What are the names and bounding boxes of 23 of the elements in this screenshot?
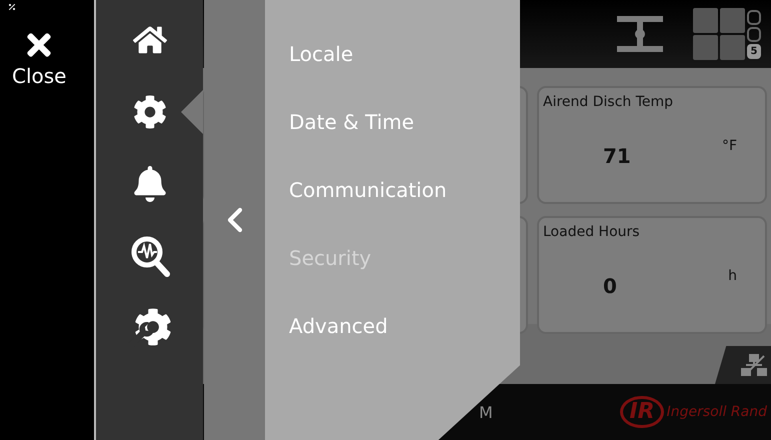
beam-icon: [615, 14, 665, 54]
close-button[interactable]: Close: [12, 28, 66, 88]
network-icon: [741, 354, 767, 376]
grid-icon: [693, 8, 745, 60]
page-badge: 5: [747, 44, 761, 58]
logo-mark: IR: [620, 396, 664, 428]
card-title: Loaded Hours: [543, 224, 641, 240]
menu-item[interactable]: Communication: [289, 176, 447, 204]
card-unit: h: [728, 268, 737, 284]
settings-icon: [132, 95, 166, 129]
card-unit: °F: [722, 138, 737, 154]
network-tab[interactable]: [715, 346, 771, 384]
footer-text: M: [479, 402, 493, 422]
status-icon: [9, 3, 15, 12]
card-title: Airend Disch Temp: [543, 94, 674, 110]
card-value: 71: [603, 144, 631, 168]
card-value: 0: [603, 274, 617, 298]
bell-icon: [132, 166, 168, 202]
menu-item[interactable]: Date & Time: [289, 108, 414, 136]
logo-text: Ingersoll Rand: [666, 404, 767, 420]
menu-item[interactable]: Advanced: [289, 312, 388, 340]
menu-item[interactable]: Locale: [289, 40, 354, 68]
magnifier-wave-icon: [130, 235, 170, 277]
